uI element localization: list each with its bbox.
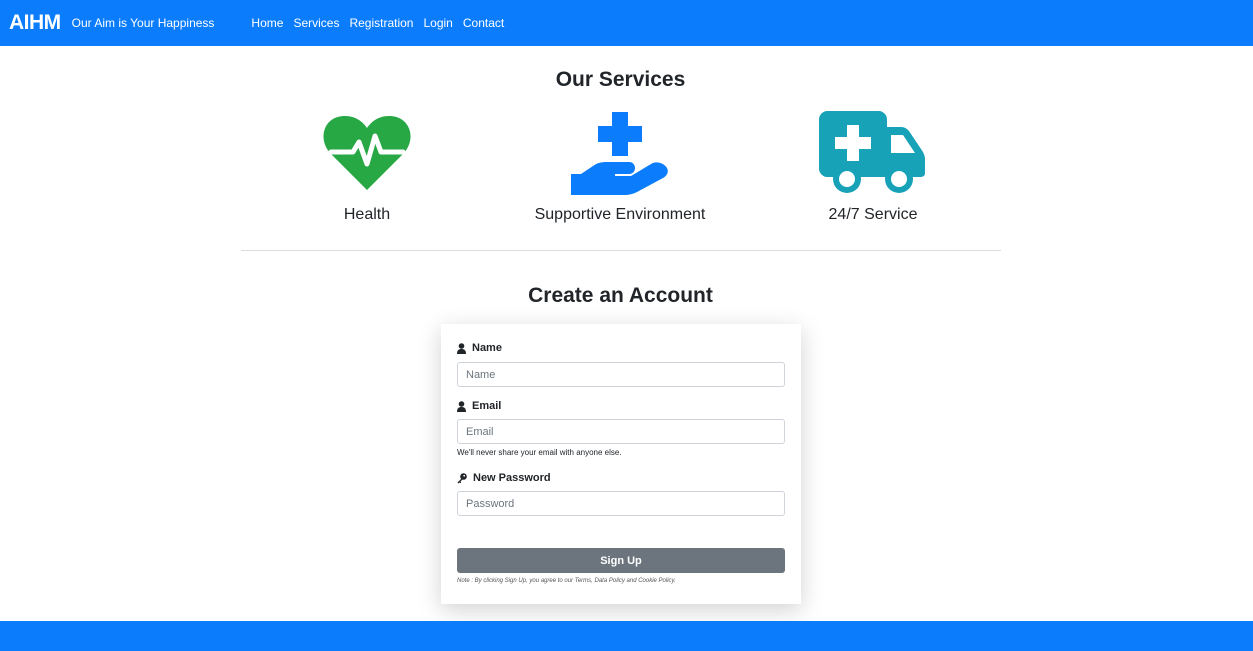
create-account-heading: Create an Account (528, 284, 713, 307)
nav-link-services[interactable]: Services (293, 16, 339, 30)
nav-link-registration[interactable]: Registration (349, 16, 413, 30)
brand-logo[interactable]: AIHM (9, 11, 61, 35)
name-label-text: Name (472, 342, 502, 354)
service-supportive-environment: Supportive Environment (490, 104, 750, 224)
signup-form-card: Name Email We'll never share your email … (441, 324, 801, 604)
email-help-text: We'll never share your email with anyone… (457, 448, 622, 457)
password-label: New Password (457, 472, 551, 484)
nav-links: Home Services Registration Login Contact (251, 16, 514, 30)
email-label-text: Email (472, 400, 502, 412)
nav-link-home[interactable]: Home (251, 16, 283, 30)
service-label-health: Health (343, 206, 391, 223)
ambulance-icon (743, 104, 1003, 200)
service-label-supportive-environment: Supportive Environment (534, 206, 706, 223)
top-navbar: AIHM Our Aim is Your Happiness Home Serv… (0, 0, 1253, 46)
email-input[interactable] (457, 419, 785, 444)
brand-tagline: Our Aim is Your Happiness (71, 16, 215, 30)
terms-note: Note : By clicking Sign Up, you agree to… (457, 578, 676, 584)
email-label: Email (457, 400, 501, 412)
name-input[interactable] (457, 362, 785, 387)
hand-holding-medical-icon (490, 104, 750, 200)
service-health: Health (237, 104, 497, 224)
services-heading: Our Services (555, 68, 686, 91)
user-icon (457, 400, 466, 412)
user-icon (457, 342, 466, 354)
password-input[interactable] (457, 491, 785, 516)
nav-link-login[interactable]: Login (423, 16, 452, 30)
heartbeat-icon (237, 104, 497, 200)
service-label-24-7: 24/7 Service (828, 206, 918, 223)
service-24-7: 24/7 Service (743, 104, 1003, 224)
nav-link-contact[interactable]: Contact (463, 16, 504, 30)
section-divider (241, 250, 1001, 251)
name-label: Name (457, 342, 502, 354)
key-icon (457, 472, 467, 483)
sign-up-button[interactable]: Sign Up (457, 548, 785, 573)
footer-bar (0, 621, 1253, 651)
password-label-text: New Password (473, 472, 551, 484)
